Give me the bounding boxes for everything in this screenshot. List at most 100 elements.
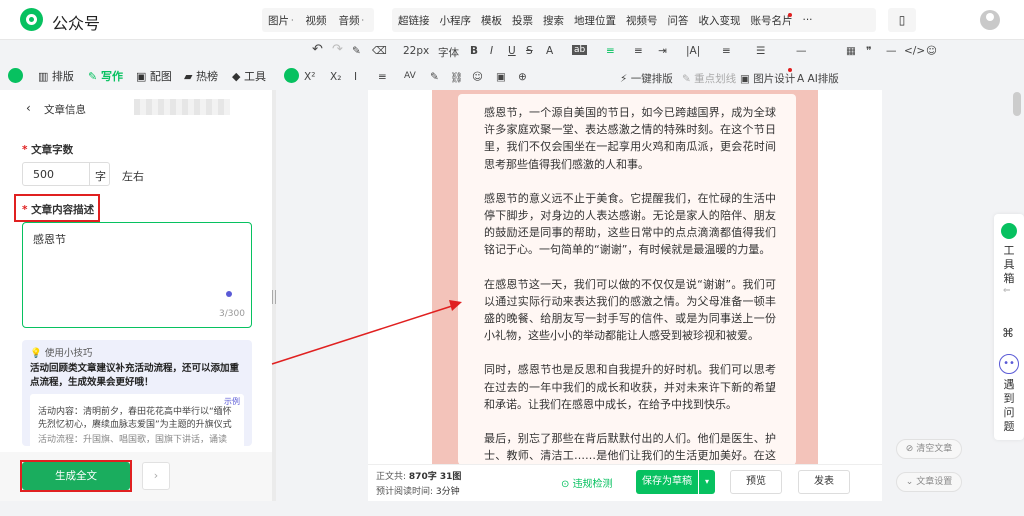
bold-icon[interactable]: B xyxy=(470,45,478,57)
align-left-icon[interactable]: ≡ xyxy=(606,45,615,57)
word-count-input[interactable]: 500 字 xyxy=(22,162,110,186)
toggle-switch[interactable] xyxy=(284,68,299,83)
menu-audio[interactable]: 音频 xyxy=(339,13,360,28)
save-draft-button[interactable]: 保存为草稿 xyxy=(636,470,698,494)
link-icon[interactable]: ⛓ xyxy=(450,71,463,84)
divider-icon[interactable]: — xyxy=(796,45,807,57)
horizontal-rule-icon[interactable]: — xyxy=(886,45,897,57)
menu-template[interactable]: 模板 xyxy=(481,13,502,28)
tab-writing[interactable]: ✎ 写作 xyxy=(88,68,123,84)
example-box: 示例 活动内容：清明前夕，春田花花高中举行以“缅怀先烈忆初心，赓续血脉志爱国”为… xyxy=(30,394,244,446)
menu-search[interactable]: 搜索 xyxy=(543,13,564,28)
menu-more[interactable]: ··· xyxy=(803,14,813,26)
toolbox-logo-icon[interactable] xyxy=(1001,223,1017,239)
publish-button[interactable]: 发表 xyxy=(798,470,850,494)
code-icon[interactable]: </> xyxy=(904,45,925,57)
writing-panel: ‹ 文章信息 * 文章字数 500 字 左右 * 文章内容描述 感恩节 3/30… xyxy=(0,90,272,501)
article-paragraph[interactable]: 感恩节的意义远不止于美食。它提醒我们，在忙碌的生活中停下脚步，对身边的人表达感谢… xyxy=(484,190,776,259)
blurred-account-name xyxy=(134,99,230,115)
gift-icon[interactable]: ⊕ xyxy=(518,71,527,83)
font-color-icon[interactable]: A xyxy=(546,45,553,57)
violation-check-button[interactable]: ⊙ 违规检测 xyxy=(561,475,613,490)
align-center-icon[interactable]: ≡ xyxy=(634,45,643,57)
image-design-button[interactable]: ▣ 图片设计 xyxy=(740,71,795,86)
tab-trending[interactable]: ▰ 热榜 xyxy=(184,68,218,84)
key-underline-button[interactable]: ✎ 重点划线 xyxy=(682,71,736,86)
menu-location[interactable]: 地理位置 xyxy=(574,13,616,28)
word-approx-label: 左右 xyxy=(122,170,144,183)
menu-channels[interactable]: 视频号 xyxy=(626,13,658,28)
scrollbar-thumb[interactable] xyxy=(1013,92,1021,116)
media-menu: 图片 · 视频 音频 · xyxy=(262,8,374,32)
smiley-icon[interactable]: ☺ xyxy=(472,71,483,83)
bg-color-icon[interactable]: ab xyxy=(572,45,588,55)
toolbox-label[interactable]: 工具箱 xyxy=(1002,244,1016,286)
spacing-icon[interactable]: I xyxy=(354,71,357,83)
redo-icon[interactable]: ↷ xyxy=(332,42,343,57)
save-dropdown-icon[interactable]: ▾ xyxy=(699,470,715,494)
red-dot-badge xyxy=(788,13,792,17)
clear-article-button[interactable]: ⊘ 清空文章 xyxy=(896,439,962,459)
article-paragraph[interactable]: 同时，感恩节也是反思和自我提升的好时机。我们可以思考在过去的一年中我们的成长和收… xyxy=(484,361,776,413)
list-icon[interactable]: ☰ xyxy=(756,45,765,57)
menu-hyperlink[interactable]: 超链接 xyxy=(398,13,430,28)
article-paragraph[interactable]: 在感恩节这一天，我们可以做的不仅仅是说“谢谢”。我们可以通过实际行动来表达我们的… xyxy=(484,276,776,345)
ai-layout-button[interactable]: A AI排版 xyxy=(797,71,839,86)
collapse-arrow-icon[interactable]: ⇐ xyxy=(1003,286,1011,296)
menu-vote[interactable]: 投票 xyxy=(512,13,533,28)
one-click-layout-button[interactable]: ⚡ 一键排版 xyxy=(620,71,673,86)
help-label[interactable]: 遇到问题 xyxy=(1002,378,1016,434)
assistant-tabs: ▥ 排版 ✎ 写作 ▣ 配图 ▰ 热榜 ◆ 工具 xyxy=(0,64,300,88)
menu-monetize[interactable]: 收入变现 xyxy=(699,13,741,28)
format-brush-icon[interactable]: ✎ xyxy=(352,45,361,57)
bottom-action-bar: 正文共: 870字 31图 预计阅读时间: 3分钟 ⊙ 违规检测 保存为草稿 ▾… xyxy=(368,464,882,501)
assistant-logo-icon xyxy=(8,68,23,83)
tab-images[interactable]: ▣ 配图 xyxy=(136,68,172,84)
help-bot-icon[interactable]: •• xyxy=(999,354,1019,374)
underline-icon[interactable]: U xyxy=(508,45,516,57)
font-size-select[interactable]: 22px xyxy=(403,45,429,57)
article-info-label: 文章信息 xyxy=(44,104,86,116)
red-dot-badge xyxy=(788,68,792,72)
table-icon[interactable]: ▦ xyxy=(846,45,856,57)
font-family-select[interactable]: 字体 xyxy=(438,45,459,60)
back-chevron-icon[interactable]: ‹ xyxy=(26,101,31,115)
tab-layout[interactable]: ▥ 排版 xyxy=(38,68,74,84)
desc-textarea[interactable]: 感恩节 3/300 xyxy=(22,222,252,328)
justify-icon[interactable]: ≡ xyxy=(722,45,731,57)
undo-icon[interactable]: ↶ xyxy=(312,42,323,57)
article-settings-button[interactable]: ⌄ 文章设置 xyxy=(896,472,962,492)
menu-miniprogram[interactable]: 小程序 xyxy=(440,13,472,28)
magic-pen-icon[interactable]: ✎ xyxy=(430,71,439,83)
menu-image[interactable]: 图片 xyxy=(268,13,289,28)
article-paragraph[interactable]: 感恩节，一个源自美国的节日，如今已跨越国界，成为全球许多家庭欢聚一堂、表达感激之… xyxy=(484,104,776,173)
format-toolbar-row2: X² X₂ I ≡ AV ✎ ⛓ ☺ ▣ ⊕ ⚡ 一键排版 ✎ 重点划线 ▣ 图… xyxy=(300,66,850,90)
brand-title: 公众号 xyxy=(52,14,101,33)
quote-icon[interactable]: ❞ xyxy=(866,45,872,57)
superscript-icon[interactable]: X² xyxy=(304,71,315,83)
phone-preview-icon[interactable]: ▯ xyxy=(888,8,916,32)
tip-badge: 💡 使用小技巧 xyxy=(30,348,93,359)
user-avatar-icon[interactable] xyxy=(980,10,1000,30)
indent-icon[interactable]: ⇥ xyxy=(658,45,667,57)
article-body[interactable]: 感恩节，一个源自美国的节日，如今已跨越国界，成为全球许多家庭欢聚一堂、表达感激之… xyxy=(484,104,776,516)
emoji-icon[interactable]: ☺ xyxy=(926,45,937,57)
line-height-icon[interactable]: ≡ xyxy=(378,71,387,83)
block-icon[interactable]: ▣ xyxy=(496,71,506,83)
letter-spacing-icon[interactable]: AV xyxy=(404,71,416,81)
menu-video[interactable]: 视频 xyxy=(306,13,327,28)
menu-account-card[interactable]: 账号名片 xyxy=(751,13,793,28)
word-count-heading: * 文章字数 xyxy=(22,144,74,156)
clear-format-icon[interactable]: ⌫ xyxy=(372,45,387,57)
preview-button[interactable]: 预览 xyxy=(730,470,782,494)
subscript-icon[interactable]: X₂ xyxy=(330,71,341,83)
next-chevron-icon[interactable]: › xyxy=(142,462,170,490)
format-toolbar-row1: ↶ ↷ ✎ ⌫ 22px 字体 B I U S A ab ≡ ≡ ⇥ |A| ≡… xyxy=(300,40,950,64)
italic-icon[interactable]: I xyxy=(490,45,493,57)
grid-apps-icon[interactable]: ⌘ xyxy=(1002,326,1014,340)
strikethrough-icon[interactable]: S xyxy=(526,45,533,57)
menu-qa[interactable]: 问答 xyxy=(668,13,689,28)
text-width-icon[interactable]: |A| xyxy=(686,45,700,57)
tab-tools[interactable]: ◆ 工具 xyxy=(232,68,266,84)
insert-menu: 超链接 小程序 模板 投票 搜索 地理位置 视频号 问答 收入变现 账号名片 ·… xyxy=(392,8,876,32)
